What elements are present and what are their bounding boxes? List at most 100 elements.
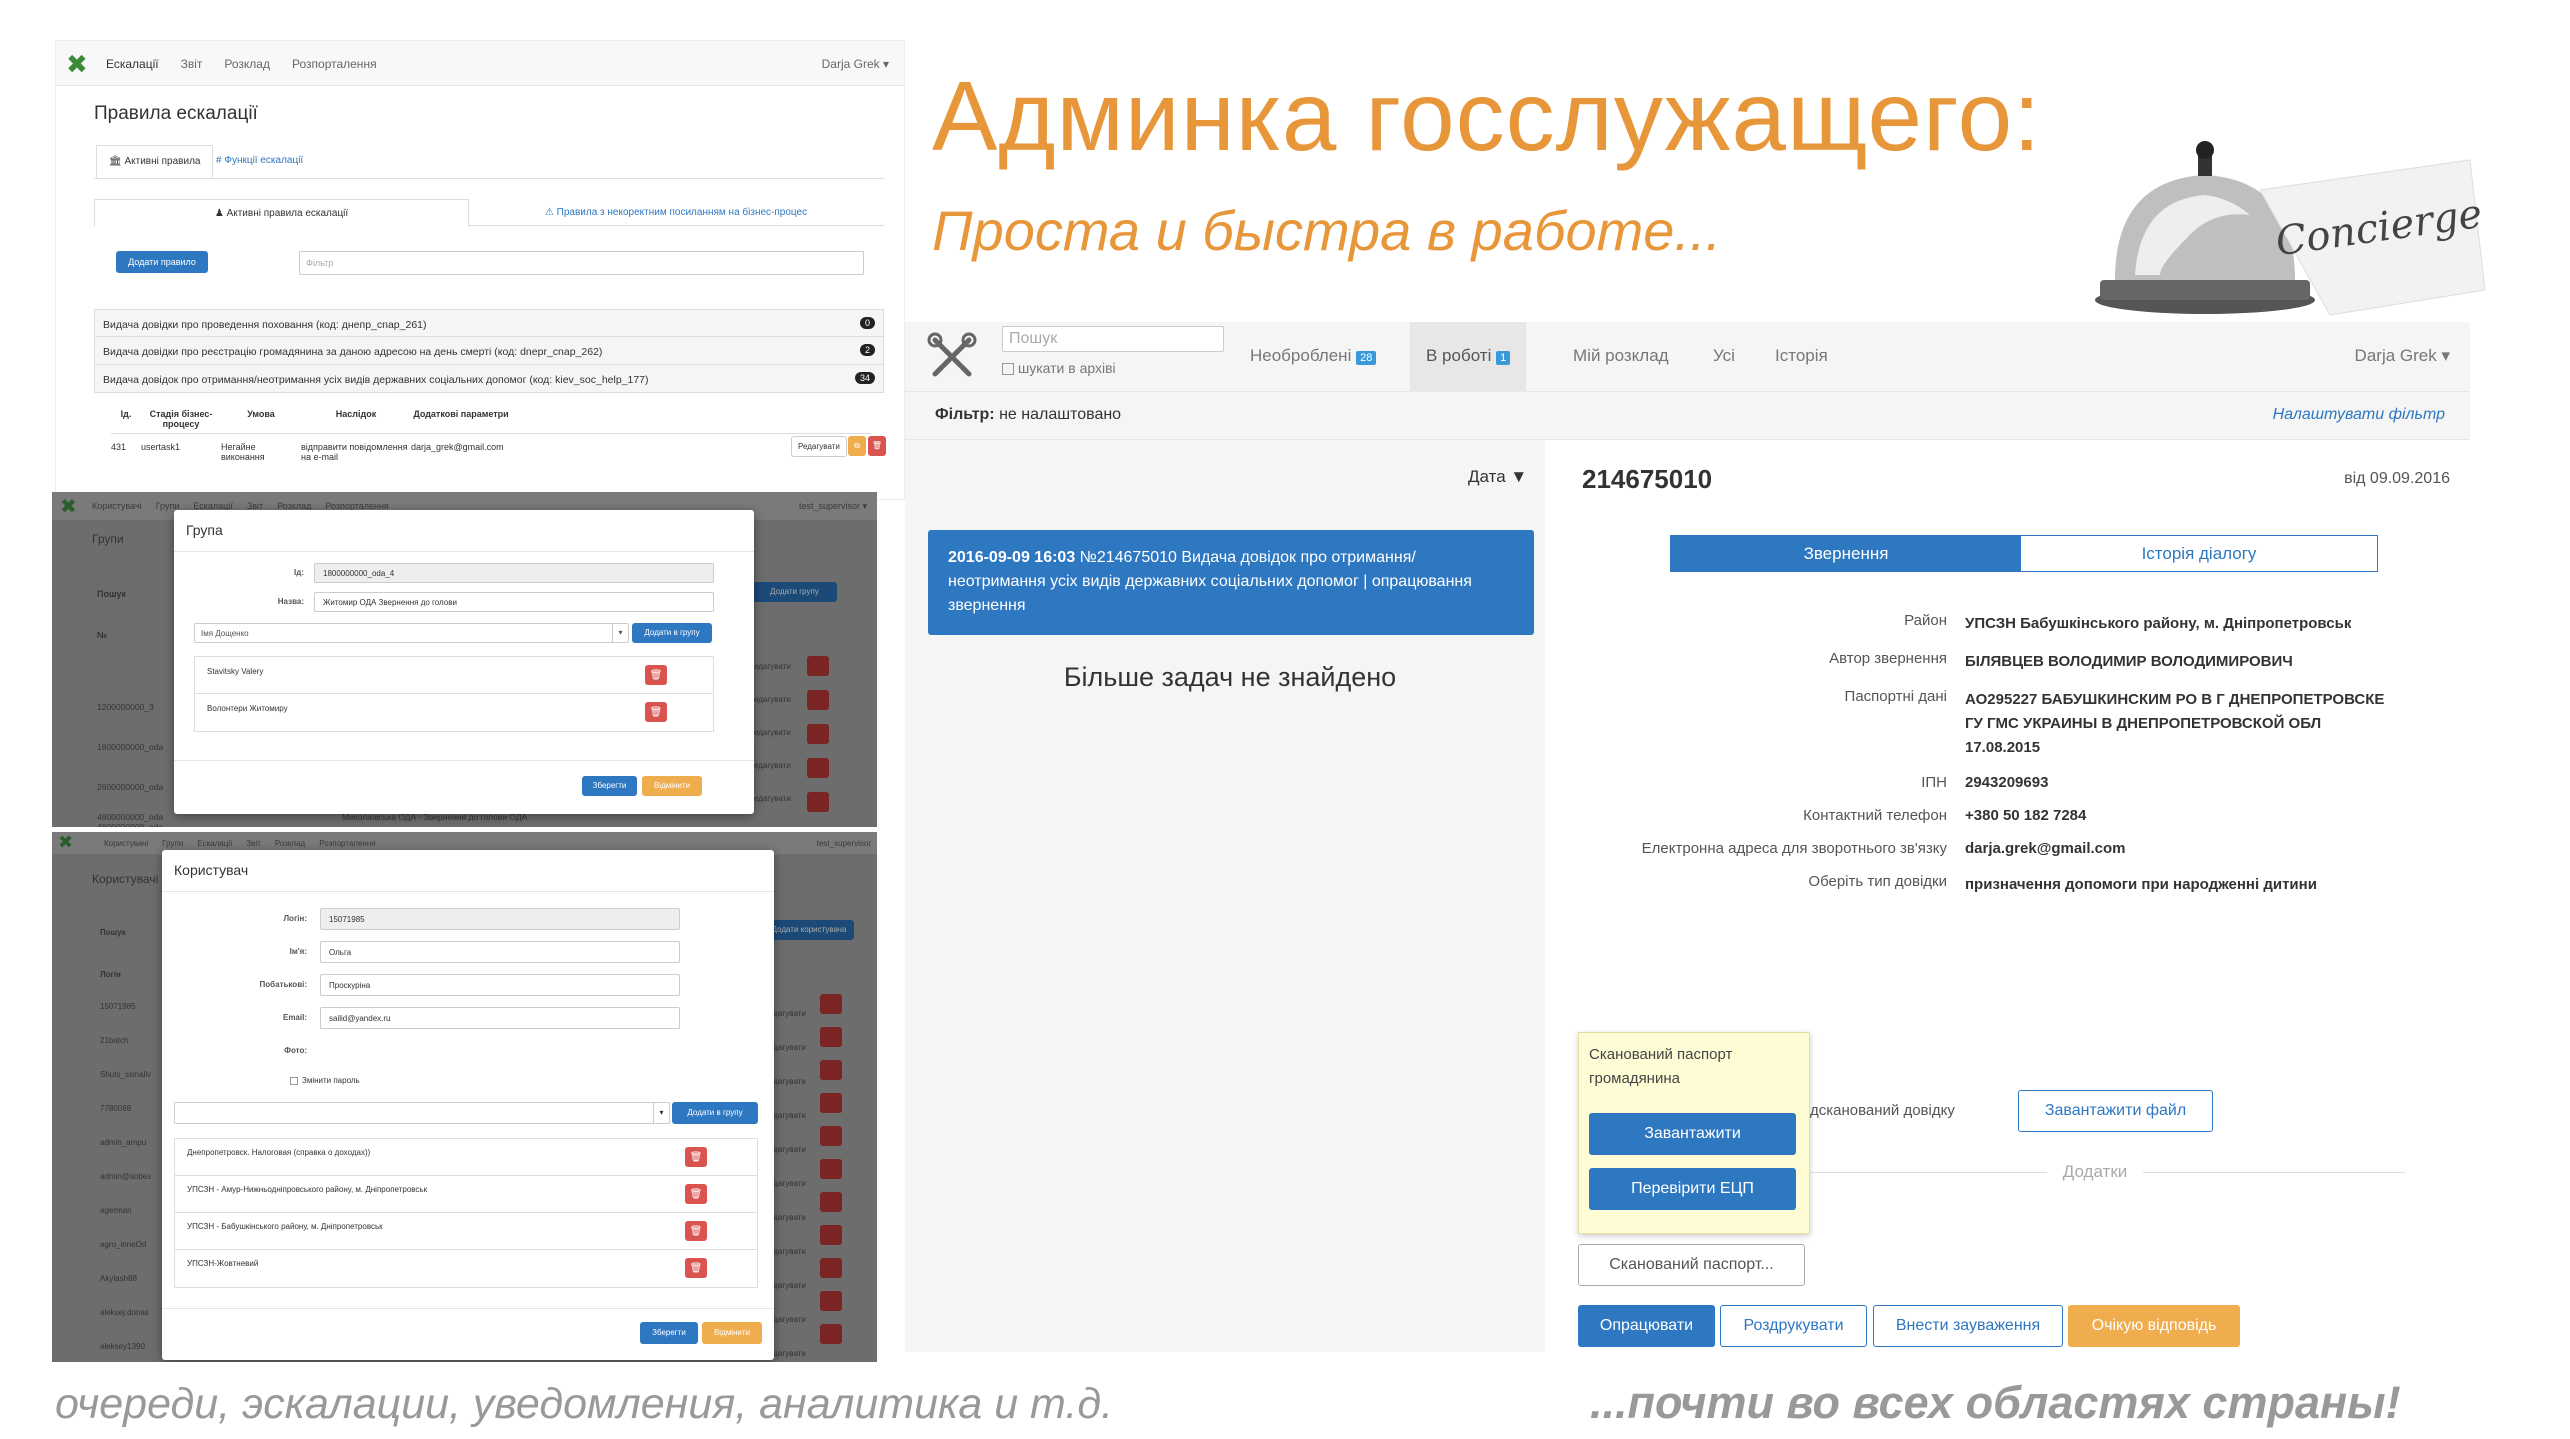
scanned-passport-button[interactable]: Сканований паспорт... bbox=[1578, 1244, 1805, 1286]
task-id-heading: 214675010 bbox=[1582, 464, 1713, 494]
rule-count-badge: 34 bbox=[854, 372, 875, 384]
tab-dialog-history[interactable]: Історія діалогу bbox=[2021, 536, 2377, 571]
member-select[interactable]: Імя Дощенко ▾ bbox=[194, 623, 629, 643]
change-password-checkbox[interactable]: Змінити пароль bbox=[290, 1076, 360, 1085]
tab-my-schedule[interactable]: Мій розклад bbox=[1573, 346, 1669, 366]
tab-escalation-functions[interactable]: # Функції ескалації bbox=[216, 155, 303, 166]
list-item: УПСЗН - Амур-Нижньодніпровського району,… bbox=[175, 1176, 757, 1213]
passport-tooltip: Сканований паспорт громадянина Завантажи… bbox=[1578, 1032, 1810, 1234]
app-logo-icon[interactable]: ✖ bbox=[66, 49, 88, 80]
group-save-button[interactable]: Зберегти bbox=[582, 776, 637, 796]
escalation-screenshot: ✖ Ескалації Звіт Розклад Розпорталення D… bbox=[55, 40, 905, 500]
add-to-group-button[interactable]: Додати в групу bbox=[632, 623, 712, 643]
first-name-field[interactable]: Ольга bbox=[320, 941, 680, 963]
remove-member-button[interactable]: 🗑 bbox=[645, 702, 667, 722]
edit-rule-button[interactable]: Редагувати bbox=[791, 436, 847, 457]
list-item: Днепропетровск. Налоговая (справка о дох… bbox=[175, 1139, 757, 1176]
rule-count-badge: 2 bbox=[859, 344, 875, 356]
archive-checkbox[interactable]: шукати в архіві bbox=[1002, 360, 1116, 376]
user-modal: Користувач Логін: 15071985 Ім'я: Ольга П… bbox=[162, 850, 774, 1360]
bottom-left-caption: очереди, эскалации, уведомления, аналити… bbox=[55, 1380, 1114, 1428]
nav-report[interactable]: Звіт bbox=[181, 57, 203, 71]
remove-group-button[interactable]: 🗑 bbox=[685, 1221, 707, 1241]
copy-rule-button[interactable]: ⧉ bbox=[848, 436, 866, 456]
user-screenshot: ✖ Користувачі Групи Ескалації Звіт Розклад Ро… bbox=[52, 832, 877, 1362]
appeal-fields: Район УПСЗН Бабушкінського району, м. Дні… bbox=[1641, 612, 2385, 893]
delete-rule-button[interactable]: 🗑 bbox=[868, 436, 886, 456]
tab-history[interactable]: Історія bbox=[1775, 346, 1828, 366]
slide-subtitle: Проста и быстра в работе... bbox=[932, 199, 1722, 262]
filter-input[interactable]: Фільтр bbox=[299, 251, 864, 275]
slide-title: Админка госслужащего: bbox=[932, 61, 2042, 171]
no-more-tasks: Більше задач не знайдено bbox=[1063, 662, 1397, 692]
login-field[interactable]: 15071985 bbox=[320, 908, 680, 930]
process-button[interactable]: Опрацювати bbox=[1578, 1305, 1715, 1347]
list-item: УПСЗН - Бабушкінського району, м. Дніпро… bbox=[175, 1213, 757, 1250]
list-item: УПСЗН-Жовтневий 🗑 bbox=[175, 1250, 757, 1287]
rule-item[interactable]: Видача довідки про проведення поховання … bbox=[94, 309, 884, 337]
main-screenshot: Пошук шукати в архіві Необроблені 28 В р… bbox=[905, 322, 2470, 1352]
tab-appeal[interactable]: Звернення bbox=[1671, 536, 2021, 571]
app-logo-icon: ✖ bbox=[58, 832, 74, 852]
group-name-field[interactable]: Житомир ОДА Звернення до голови bbox=[314, 592, 714, 612]
user-modal-title: Користувач bbox=[162, 850, 774, 892]
nav-distribution[interactable]: Розпорталення bbox=[292, 57, 377, 71]
tools-logo-icon[interactable] bbox=[927, 332, 977, 382]
rule-item[interactable]: Видача довідки про реєстрацію громадянин… bbox=[94, 337, 884, 365]
escalation-page-title: Правила ескалації bbox=[94, 103, 258, 124]
user-groups-list: Днепропетровск. Налоговая (справка о дох… bbox=[174, 1138, 758, 1288]
user-menu[interactable]: Darja Grek ▾ bbox=[822, 57, 889, 71]
tab-in-work[interactable]: В роботі 1 bbox=[1410, 322, 1527, 392]
group-modal-title: Група bbox=[174, 510, 754, 552]
bottom-right-caption: ...почти во всех областях страны! bbox=[1590, 1377, 2401, 1428]
main-navbar: Пошук шукати в архіві Необроблені 28 В р… bbox=[905, 322, 2470, 392]
remove-group-button[interactable]: 🗑 bbox=[685, 1258, 707, 1278]
tooltip-upload-button[interactable]: Завантажити bbox=[1589, 1113, 1796, 1155]
list-item: Stavitsky Valery 🗑 bbox=[195, 657, 713, 694]
filter-bar: Фільтр: не налаштовано Налаштувати фільт… bbox=[905, 392, 2470, 440]
members-list: Stavitsky Valery 🗑 Волонтери Житомиру 🗑 bbox=[194, 656, 714, 732]
scanned-certificate-label: дсканований довідку bbox=[1810, 1102, 1955, 1119]
main-search-input[interactable]: Пошук bbox=[1002, 326, 1224, 352]
group-cancel-button[interactable]: Відмінити bbox=[642, 776, 702, 796]
table-row: 431 usertask1 Негайне виконання відправи… bbox=[111, 434, 886, 474]
nav-schedule[interactable]: Розклад bbox=[224, 57, 270, 71]
remove-group-button[interactable]: 🗑 bbox=[685, 1147, 707, 1167]
patronymic-field[interactable]: Проскуріна bbox=[320, 974, 680, 996]
tab-all[interactable]: Усі bbox=[1713, 346, 1735, 366]
print-button[interactable]: Роздрукувати bbox=[1720, 1305, 1867, 1347]
subtab-broken-rules[interactable]: ⚠ Правила з некоректним посиланням на бі… bbox=[476, 207, 876, 218]
user-cancel-button[interactable]: Відмінити bbox=[702, 1322, 762, 1344]
rule-table: Ід. Стадія бізнес-процесу Умова Наслідок… bbox=[111, 409, 886, 474]
remove-member-button[interactable]: 🗑 bbox=[645, 665, 667, 685]
upload-file-button[interactable]: Завантажити файл bbox=[2018, 1090, 2213, 1132]
subtab-active-rules[interactable]: ♟ Активні правила ескалації bbox=[94, 199, 469, 227]
user-save-button[interactable]: Зберегти bbox=[640, 1322, 698, 1344]
configure-filter-link[interactable]: Налаштувати фільтр bbox=[2273, 406, 2445, 424]
group-id-field[interactable]: 1800000000_oda_4 bbox=[314, 563, 714, 583]
main-user-menu[interactable]: Darja Grek ▾ bbox=[2355, 346, 2450, 366]
add-remark-button[interactable]: Внести зауваження bbox=[1873, 1305, 2063, 1347]
await-reply-button[interactable]: Очікую відповідь bbox=[2068, 1305, 2240, 1347]
email-field[interactable]: sailid@yandex.ru bbox=[320, 1007, 680, 1029]
verify-signature-button[interactable]: Перевірити ЕЦП bbox=[1589, 1168, 1796, 1210]
sort-dropdown[interactable]: Дата ▼ bbox=[1468, 467, 1527, 487]
group-select[interactable]: ▾ bbox=[174, 1102, 670, 1124]
add-rule-button[interactable]: Додати правило bbox=[116, 251, 208, 273]
attachments-divider: Додатки bbox=[1785, 1162, 2406, 1182]
tab-active-rules[interactable]: 🏛 Активні правила bbox=[96, 145, 214, 178]
rule-list: Видача довідки про проведення поховання … bbox=[94, 309, 884, 393]
group-modal: Група Ід: 1800000000_oda_4 Назва: Житоми… bbox=[174, 510, 754, 814]
task-card[interactable]: 2016-09-09 16:03 №214675010 Видача довід… bbox=[928, 530, 1534, 635]
task-date: від 09.09.2016 bbox=[2344, 470, 2450, 487]
remove-group-button[interactable]: 🗑 bbox=[685, 1184, 707, 1204]
nav-escalations[interactable]: Ескалації bbox=[106, 57, 159, 71]
detail-tabs: Звернення Історія діалогу bbox=[1670, 535, 2378, 572]
app-logo-icon: ✖ bbox=[60, 496, 77, 518]
group-screenshot: ✖ Користувачі Групи Ескалації Звіт Розклад Ро… bbox=[52, 492, 877, 827]
list-item: Волонтери Житомиру 🗑 bbox=[195, 694, 713, 731]
user-add-to-group-button[interactable]: Додати в групу bbox=[672, 1102, 758, 1124]
tab-unprocessed[interactable]: Необроблені 28 bbox=[1250, 346, 1377, 366]
rule-count-badge: 0 bbox=[859, 317, 875, 329]
rule-item[interactable]: Видача довідок про отримання/неотримання… bbox=[94, 365, 884, 393]
